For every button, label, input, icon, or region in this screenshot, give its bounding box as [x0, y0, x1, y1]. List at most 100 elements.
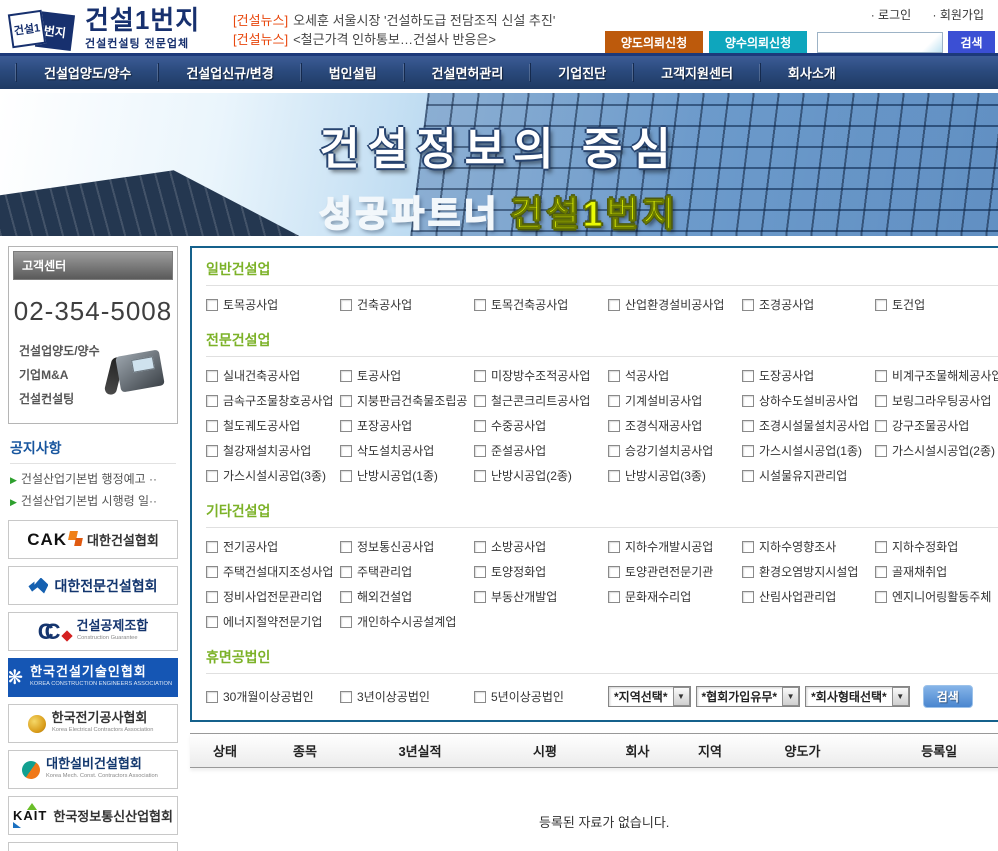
filter-checkbox[interactable]: 실내건축공사업 [206, 367, 340, 384]
checkbox-icon[interactable] [474, 370, 486, 382]
checkbox-icon[interactable] [340, 566, 352, 578]
nav-item[interactable]: 건설면허관리 [404, 63, 531, 82]
checkbox-icon[interactable] [340, 691, 352, 703]
nav-item[interactable]: 기업진단 [530, 63, 633, 82]
checkbox-icon[interactable] [742, 420, 754, 432]
checkbox-icon[interactable] [206, 691, 218, 703]
checkbox-icon[interactable] [340, 470, 352, 482]
filter-checkbox[interactable]: 정보통신공사업 [340, 538, 474, 555]
filter-checkbox[interactable]: 가스시설시공업(3종) [206, 467, 340, 484]
nav-item[interactable]: 건설업신규/변경 [158, 63, 300, 82]
checkbox-icon[interactable] [206, 616, 218, 628]
header-search-button[interactable]: 검색 [948, 31, 995, 53]
chevron-down-icon[interactable]: ▼ [782, 687, 799, 706]
filter-checkbox[interactable]: 상하수도설비공사업 [742, 392, 875, 409]
notice-item[interactable]: ▶건설산업기본법 행정예고 ·· [10, 469, 176, 491]
filter-checkbox[interactable]: 해외건설업 [340, 588, 474, 605]
filter-checkbox[interactable]: 수중공사업 [474, 417, 608, 434]
filter-select[interactable]: *협회가입유무* ▼ [696, 686, 801, 707]
filter-checkbox[interactable]: 조경시설물설치공사업 [742, 417, 875, 434]
checkbox-icon[interactable] [474, 541, 486, 553]
checkbox-icon[interactable] [608, 370, 620, 382]
partner-kcea[interactable]: ❋ 한국건설기술인협회 KOREA CONSTRUCTION ENGINEERS… [8, 658, 178, 697]
partner-kait[interactable]: KAIT 한국정보통신산업협회 [8, 796, 178, 835]
checkbox-icon[interactable] [474, 691, 486, 703]
partner-kmcca[interactable]: 대한설비건설협회 Korea Mech. Const. Contractors … [8, 750, 178, 789]
logo[interactable]: 건설1 번지 건설1번지 건설컨설팅 전문업체 [10, 7, 200, 51]
partner-cak[interactable]: CAK 대한건설협회 [8, 520, 178, 559]
filter-checkbox[interactable]: 정비사업전문관리업 [206, 588, 340, 605]
filter-checkbox[interactable]: 에너지절약전문기업 [206, 613, 340, 630]
checkbox-icon[interactable] [474, 470, 486, 482]
checkbox-icon[interactable] [340, 395, 352, 407]
checkbox-icon[interactable] [742, 591, 754, 603]
filter-checkbox[interactable]: 가스시설시공업(2종) [875, 442, 998, 459]
filter-checkbox[interactable]: 토공사업 [340, 367, 474, 384]
checkbox-icon[interactable] [474, 395, 486, 407]
partner-keca[interactable]: 한국전기공사협회 Korea Electrical Contractors As… [8, 704, 178, 743]
filter-checkbox[interactable]: 토양정화업 [474, 563, 608, 580]
filter-checkbox[interactable]: 지하수정화업 [875, 538, 998, 555]
nav-item[interactable]: 법인설립 [301, 63, 404, 82]
filter-checkbox[interactable]: 산림사업관리업 [742, 588, 875, 605]
filter-checkbox[interactable]: 주택건설대지조성사업 [206, 563, 340, 580]
filter-checkbox[interactable]: 석공사업 [608, 367, 742, 384]
checkbox-icon[interactable] [206, 420, 218, 432]
filter-checkbox[interactable]: 건축공사업 [340, 296, 474, 313]
filter-checkbox[interactable]: 도장공사업 [742, 367, 875, 384]
checkbox-icon[interactable] [608, 445, 620, 457]
filter-checkbox[interactable]: 지하수영향조사 [742, 538, 875, 555]
checkbox-icon[interactable] [875, 370, 887, 382]
notice-item[interactable]: ▶건설산업기본법 시행령 일·· [10, 491, 176, 513]
filter-checkbox[interactable]: 포장공사업 [340, 417, 474, 434]
checkbox-icon[interactable] [340, 299, 352, 311]
checkbox-icon[interactable] [206, 591, 218, 603]
filter-checkbox[interactable]: 환경오염방지시설업 [742, 563, 875, 580]
checkbox-icon[interactable] [340, 541, 352, 553]
chevron-down-icon[interactable]: ▼ [673, 687, 690, 706]
filter-checkbox[interactable]: 소방공사업 [474, 538, 608, 555]
checkbox-icon[interactable] [875, 395, 887, 407]
checkbox-icon[interactable] [608, 566, 620, 578]
checkbox-icon[interactable] [474, 445, 486, 457]
filter-checkbox[interactable]: 조경공사업 [742, 296, 875, 313]
filter-checkbox[interactable]: 조경식재공사업 [608, 417, 742, 434]
filter-checkbox[interactable]: 부동산개발업 [474, 588, 608, 605]
checkbox-icon[interactable] [206, 470, 218, 482]
checkbox-icon[interactable] [875, 566, 887, 578]
filter-checkbox[interactable]: 전기공사업 [206, 538, 340, 555]
checkbox-icon[interactable] [340, 616, 352, 628]
checkbox-icon[interactable] [340, 370, 352, 382]
checkbox-icon[interactable] [608, 591, 620, 603]
header-search-input[interactable] [817, 32, 943, 53]
checkbox-icon[interactable] [206, 370, 218, 382]
nav-item[interactable]: 고객지원센터 [633, 63, 760, 82]
filter-checkbox[interactable]: 준설공사업 [474, 442, 608, 459]
checkbox-icon[interactable] [742, 541, 754, 553]
filter-checkbox[interactable]: 시설물유지관리업 [742, 467, 875, 484]
checkbox-icon[interactable] [206, 299, 218, 311]
checkbox-icon[interactable] [206, 566, 218, 578]
filter-checkbox[interactable]: 난방시공업(1종) [340, 467, 474, 484]
nav-item[interactable]: 회사소개 [760, 63, 863, 82]
filter-checkbox[interactable]: 지붕판금건축물조립공 [340, 392, 474, 409]
chevron-down-icon[interactable]: ▼ [892, 687, 909, 706]
checkbox-icon[interactable] [875, 420, 887, 432]
filter-checkbox[interactable]: 보링그라우팅공사업 [875, 392, 998, 409]
filter-checkbox[interactable]: 승강기설치공사업 [608, 442, 742, 459]
checkbox-icon[interactable] [742, 299, 754, 311]
filter-checkbox[interactable]: 5년이상공법인 [474, 688, 608, 705]
checkbox-icon[interactable] [608, 420, 620, 432]
filter-checkbox[interactable]: 기계설비공사업 [608, 392, 742, 409]
filter-checkbox[interactable]: 산업환경설비공사업 [608, 296, 742, 313]
acquire-request-button[interactable]: 양수의뢰신청 [709, 31, 807, 53]
filter-checkbox[interactable]: 비계구조물해체공사업 [875, 367, 998, 384]
filter-checkbox[interactable]: 삭도설치공사업 [340, 442, 474, 459]
checkbox-icon[interactable] [742, 395, 754, 407]
filter-search-button[interactable]: 검색 [923, 685, 973, 708]
checkbox-icon[interactable] [474, 299, 486, 311]
filter-checkbox[interactable]: 30개월이상공법인 [206, 688, 340, 705]
checkbox-icon[interactable] [875, 591, 887, 603]
filter-checkbox[interactable]: 강구조물공사업 [875, 417, 998, 434]
filter-checkbox[interactable]: 토건업 [875, 296, 998, 313]
